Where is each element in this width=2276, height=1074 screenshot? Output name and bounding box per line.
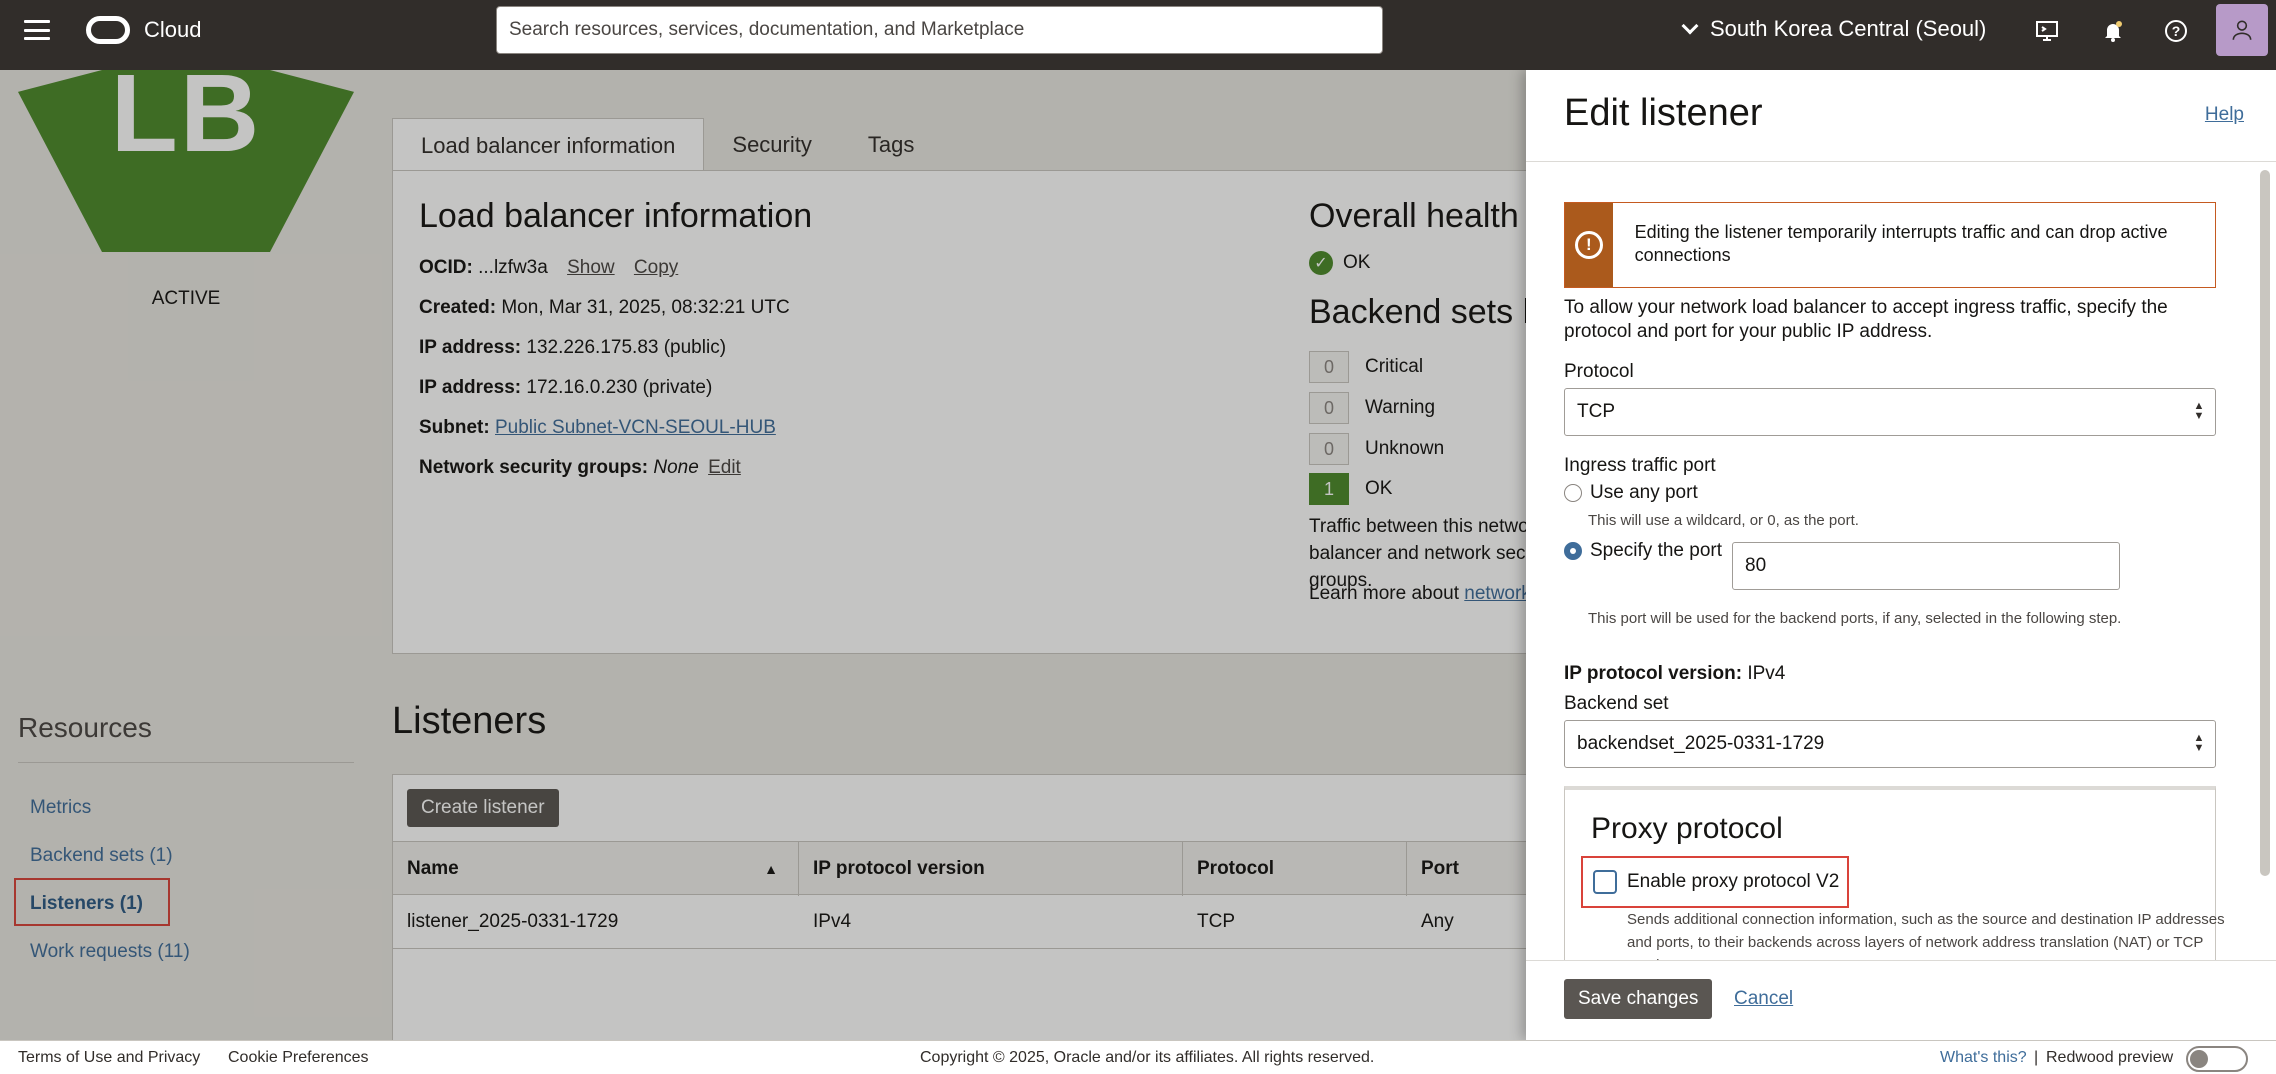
ip-version-row: IP protocol version: IPv4 — [1564, 662, 1785, 686]
menu-icon[interactable] — [24, 20, 50, 40]
ip-version-label: IP protocol version: — [1564, 663, 1743, 684]
notifications-bell-icon[interactable] — [2100, 18, 2126, 44]
backend-value: backendset_2025-0331-1729 — [1577, 733, 1825, 754]
protocol-select[interactable]: TCP ▲ ▼ — [1564, 388, 2216, 436]
redwood-preview-label: Redwood preview — [2046, 1049, 2174, 1066]
svg-text:?: ? — [2172, 23, 2181, 39]
panel-header: Edit listener Help — [1526, 70, 2276, 162]
modal-backdrop[interactable] — [0, 70, 1526, 1040]
backend-set-select[interactable]: backendset_2025-0331-1729 ▲ ▼ — [1564, 720, 2216, 768]
copyright-text: Copyright © 2025, Oracle and/or its affi… — [920, 1049, 1375, 1066]
radio-button[interactable] — [1564, 484, 1582, 502]
page-footer: Terms of Use and Privacy Cookie Preferen… — [0, 1040, 2276, 1074]
footer-separator: | — [2034, 1049, 2039, 1066]
radio-specify-port[interactable]: Specify the port — [1564, 540, 1722, 562]
backend-label: Backend set — [1564, 693, 1669, 714]
protocol-value: TCP — [1577, 401, 1615, 422]
ip-version-value: IPv4 — [1747, 663, 1786, 684]
cookie-preferences-link[interactable]: Cookie Preferences — [228, 1049, 369, 1067]
ingress-label: Ingress traffic port — [1564, 455, 1716, 476]
radio-button-selected[interactable] — [1564, 542, 1582, 560]
region-selector[interactable]: South Korea Central (Seoul) — [1681, 16, 1987, 42]
oracle-logo-icon[interactable] — [86, 16, 130, 44]
help-icon[interactable]: ? — [2163, 18, 2189, 44]
search-input[interactable]: Search resources, services, documentatio… — [496, 6, 1383, 54]
whats-this-link[interactable]: What's this? — [1940, 1049, 2027, 1067]
app-root: Cloud Search resources, services, docume… — [0, 0, 2276, 1074]
panel-scrollbar[interactable] — [2260, 170, 2270, 876]
warning-banner: ! Editing the listener temporarily inter… — [1564, 202, 2216, 288]
brand-name[interactable]: Cloud — [144, 17, 201, 43]
specify-port-label: Specify the port — [1590, 540, 1723, 561]
protocol-label: Protocol — [1564, 361, 1634, 382]
warning-text: Editing the listener temporarily interru… — [1634, 222, 2168, 265]
cloud-shell-icon[interactable] — [2034, 18, 2060, 44]
chevron-down-icon — [1681, 17, 1699, 35]
select-arrows-icon: ▲ ▼ — [2193, 732, 2205, 754]
panel-footer: Save changes Cancel — [1526, 960, 2276, 1040]
select-arrows-icon: ▲ ▼ — [2193, 400, 2205, 422]
panel-title: Edit listener — [1564, 92, 1763, 134]
radio-any-port[interactable]: Use any port — [1564, 482, 1698, 504]
proxy-protocol-section: Proxy protocol Enable proxy protocol V2 … — [1564, 786, 2225, 986]
proxy-checkbox[interactable] — [1593, 870, 1617, 894]
save-changes-button[interactable]: Save changes — [1564, 979, 1713, 1019]
top-bar: Cloud Search resources, services, docume… — [0, 0, 2276, 70]
port-hint: This port will be used for the backend p… — [1588, 610, 2122, 627]
port-input[interactable]: 80 — [1732, 542, 2120, 590]
any-port-hint: This will use a wildcard, or 0, as the p… — [1588, 512, 1859, 529]
warning-icon: ! — [1574, 231, 1603, 259]
proxy-title: Proxy protocol — [1591, 812, 1783, 845]
user-avatar-icon[interactable] — [2216, 4, 2268, 56]
cancel-link[interactable]: Cancel — [1734, 988, 1793, 1010]
intro-text: To allow your network load balancer to a… — [1564, 297, 2168, 342]
terms-link[interactable]: Terms of Use and Privacy — [18, 1049, 200, 1067]
proxy-checkbox-label[interactable]: Enable proxy protocol V2 — [1627, 871, 1839, 893]
region-label: South Korea Central (Seoul) — [1710, 16, 1987, 41]
redwood-preview-toggle[interactable] — [2186, 1046, 2248, 1072]
help-link[interactable]: Help — [2205, 104, 2244, 126]
edit-listener-panel: Edit listener Help ! Editing the listene… — [1526, 70, 2276, 1040]
any-port-label: Use any port — [1590, 482, 1698, 503]
warning-icon-area: ! — [1565, 203, 1613, 287]
